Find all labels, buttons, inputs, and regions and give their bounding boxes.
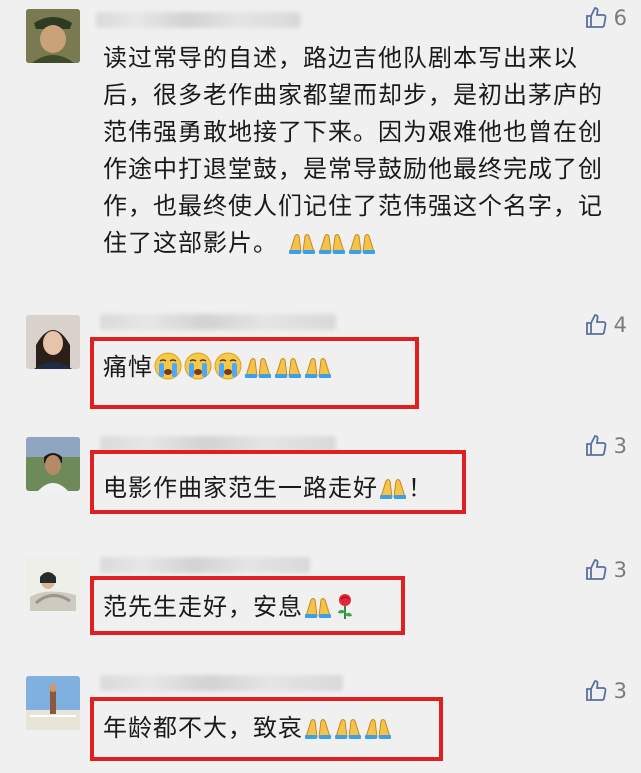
like-count: 3 bbox=[613, 679, 627, 703]
emoji-row bbox=[287, 229, 377, 257]
comment-text: 读过常导的自述，路边吉他队剧本写出来以后，很多老作曲家都望而却步，是初出茅庐的范… bbox=[103, 40, 623, 262]
comment-item: 3 范先生走好，安息 bbox=[0, 545, 641, 665]
like-count: 3 bbox=[613, 434, 627, 458]
thumbs-up-icon bbox=[585, 7, 607, 28]
username-blurred[interactable] bbox=[100, 557, 310, 573]
highlight-box bbox=[90, 576, 405, 635]
avatar[interactable] bbox=[26, 437, 80, 491]
username-blurred[interactable] bbox=[100, 675, 343, 691]
avatar[interactable] bbox=[26, 676, 80, 730]
username-blurred[interactable] bbox=[96, 12, 301, 28]
highlight-box bbox=[90, 697, 443, 761]
like-button[interactable]: 4 bbox=[584, 310, 627, 340]
like-count: 6 bbox=[613, 6, 627, 30]
thumbs-up-icon bbox=[585, 559, 607, 580]
thumbs-up-icon bbox=[585, 680, 607, 701]
comment-body: 读过常导的自述，路边吉他队剧本写出来以后，很多老作曲家都望而却步，是初出茅庐的范… bbox=[103, 44, 603, 257]
praying-hands-emoji bbox=[347, 229, 377, 257]
praying-hands-emoji bbox=[317, 229, 347, 257]
avatar[interactable] bbox=[26, 9, 80, 63]
highlight-box bbox=[90, 450, 466, 514]
comment-item: 3 年龄都不大，致哀 bbox=[0, 665, 641, 773]
like-count: 4 bbox=[613, 313, 627, 337]
thumbs-up-icon bbox=[585, 314, 607, 335]
like-button[interactable]: 3 bbox=[584, 555, 627, 585]
like-button[interactable]: 6 bbox=[584, 3, 627, 33]
like-button[interactable]: 3 bbox=[584, 431, 627, 461]
comment-item: 4 痛悼 bbox=[0, 290, 641, 420]
avatar[interactable] bbox=[26, 557, 80, 611]
highlight-box bbox=[90, 337, 419, 409]
comment-item: 6 读过常导的自述，路边吉他队剧本写出来以后，很多老作曲家都望而却步，是初出茅庐… bbox=[0, 0, 641, 290]
like-button[interactable]: 3 bbox=[584, 676, 627, 706]
username-blurred[interactable] bbox=[100, 314, 336, 330]
praying-hands-emoji bbox=[287, 229, 317, 257]
thumbs-up-icon bbox=[585, 435, 607, 456]
like-count: 3 bbox=[613, 558, 627, 582]
comment-item: 3 电影作曲家范生一路走好！ bbox=[0, 420, 641, 545]
avatar[interactable] bbox=[26, 315, 80, 369]
